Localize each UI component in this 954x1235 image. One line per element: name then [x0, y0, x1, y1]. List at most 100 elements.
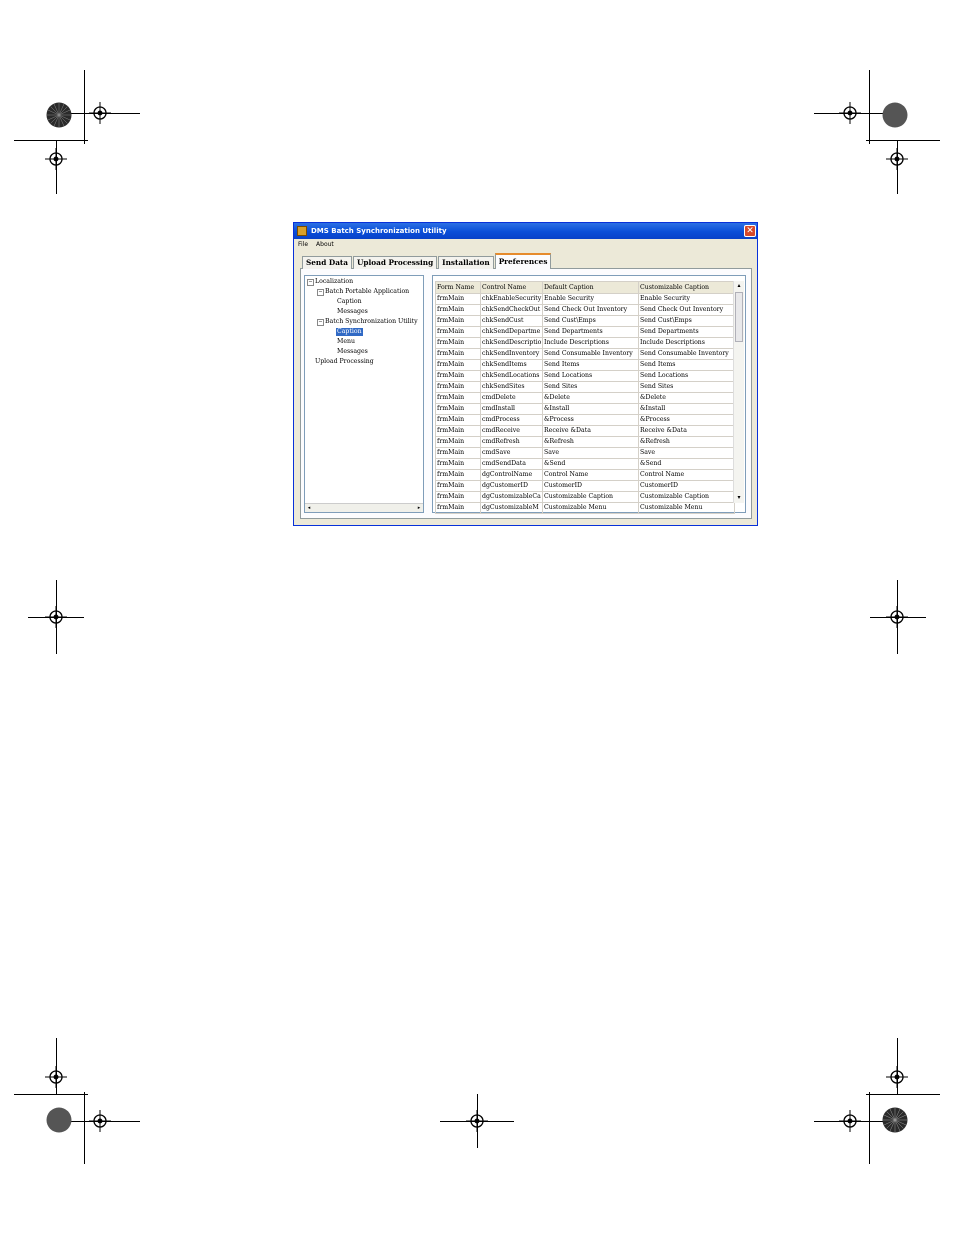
control-name-cell[interactable]: cmdSave: [480, 447, 543, 459]
control-name-cell[interactable]: cmdProcess: [480, 414, 543, 426]
customizable-caption-cell[interactable]: Send Departments: [638, 326, 735, 338]
customizable-caption-cell[interactable]: Enable Security: [638, 293, 735, 305]
form-name-cell[interactable]: frmMain: [435, 425, 481, 437]
default-caption-cell[interactable]: Enable Security: [542, 293, 639, 305]
table-row[interactable]: frmMain dgCustomizableCa Customizable Capt…: [435, 491, 735, 503]
title-bar[interactable]: DMS Batch Synchronization Utility ✕: [294, 223, 757, 239]
tree-horizontal-scrollbar[interactable]: ◂ ▸: [305, 503, 423, 512]
form-name-cell[interactable]: frmMain: [435, 370, 481, 382]
default-caption-cell[interactable]: &Delete: [542, 392, 639, 404]
tree-node-caption-selected[interactable]: Caption: [336, 328, 363, 336]
default-caption-cell[interactable]: Send Locations: [542, 370, 639, 382]
customizable-caption-cell[interactable]: &Refresh: [638, 436, 735, 448]
form-name-cell[interactable]: frmMain: [435, 447, 481, 459]
scroll-down-icon[interactable]: ▾: [734, 493, 744, 503]
form-name-cell[interactable]: frmMain: [435, 293, 481, 305]
tree-node-upload-processing[interactable]: Upload Processing: [315, 358, 374, 366]
table-row[interactable]: frmMain cmdReceive Receive &Data Receive &D…: [435, 425, 735, 437]
customizable-caption-cell[interactable]: CustomerID: [638, 480, 735, 492]
customizable-caption-cell[interactable]: Send Consumable Inventory: [638, 348, 735, 360]
table-row[interactable]: frmMain cmdSendData &Send &Send: [435, 458, 735, 470]
scrollbar-thumb[interactable]: [735, 292, 743, 342]
tree-node-batch-portable-application[interactable]: Batch Portable Application: [325, 288, 409, 296]
customizable-caption-cell[interactable]: Send Sites: [638, 381, 735, 393]
control-name-cell[interactable]: cmdInstall: [480, 403, 543, 415]
default-caption-cell[interactable]: &Refresh: [542, 436, 639, 448]
table-row[interactable]: frmMain chkSendCheckOut Send Check Out Inv…: [435, 304, 735, 316]
table-row[interactable]: frmMain cmdRefresh &Refresh &Refresh: [435, 436, 735, 448]
tab-preferences[interactable]: Preferences: [494, 253, 552, 269]
control-name-cell[interactable]: cmdReceive: [480, 425, 543, 437]
control-name-cell[interactable]: dgControlName: [480, 469, 543, 481]
form-name-cell[interactable]: frmMain: [435, 315, 481, 327]
table-row[interactable]: frmMain chkSendSites Send Sites Send Sites: [435, 381, 735, 393]
form-name-cell[interactable]: frmMain: [435, 392, 481, 404]
table-row[interactable]: frmMain dgCustomerID CustomerID CustomerID: [435, 480, 735, 492]
customizable-caption-cell[interactable]: Include Descriptions: [638, 337, 735, 349]
form-name-cell[interactable]: frmMain: [435, 480, 481, 492]
tree-node-caption[interactable]: Caption: [337, 298, 362, 306]
grid-vertical-scrollbar[interactable]: ▴ ▾: [733, 281, 744, 503]
tab-installation[interactable]: Installation: [438, 256, 494, 269]
form-name-cell[interactable]: frmMain: [435, 469, 481, 481]
form-name-cell[interactable]: frmMain: [435, 491, 481, 503]
customizable-caption-cell[interactable]: &Delete: [638, 392, 735, 404]
default-caption-cell[interactable]: Receive &Data: [542, 425, 639, 437]
settings-tree[interactable]: − Localization − Batch Portable Applicat…: [304, 275, 424, 513]
table-row[interactable]: frmMain chkSendDepartme Send Departments Se…: [435, 326, 735, 338]
control-name-cell[interactable]: chkSendDepartme: [480, 326, 543, 338]
table-row[interactable]: frmMain cmdProcess &Process &Process: [435, 414, 735, 426]
tree-node-localization[interactable]: Localization: [315, 278, 353, 286]
close-button[interactable]: ✕: [744, 225, 756, 237]
default-caption-cell[interactable]: Send Check Out Inventory: [542, 304, 639, 316]
customizable-caption-cell[interactable]: &Send: [638, 458, 735, 470]
scroll-left-icon[interactable]: ◂: [305, 504, 313, 512]
control-name-cell[interactable]: chkEnableSecurity: [480, 293, 543, 305]
default-caption-cell[interactable]: Control Name: [542, 469, 639, 481]
control-name-cell[interactable]: cmdRefresh: [480, 436, 543, 448]
form-name-cell[interactable]: frmMain: [435, 337, 481, 349]
default-caption-cell[interactable]: Send Cust\Emps: [542, 315, 639, 327]
form-name-cell[interactable]: frmMain: [435, 436, 481, 448]
table-row[interactable]: frmMain cmdSave Save Save: [435, 447, 735, 459]
collapse-icon[interactable]: −: [317, 289, 324, 296]
control-name-cell[interactable]: dgCustomerID: [480, 480, 543, 492]
default-caption-cell[interactable]: Customizable Caption: [542, 491, 639, 503]
default-caption-cell[interactable]: Send Consumable Inventory: [542, 348, 639, 360]
default-caption-cell[interactable]: Send Departments: [542, 326, 639, 338]
default-caption-cell[interactable]: &Install: [542, 403, 639, 415]
tree-node-messages[interactable]: Messages: [337, 348, 368, 356]
form-name-cell[interactable]: frmMain: [435, 458, 481, 470]
table-row[interactable]: frmMain dgControlName Control Name Control …: [435, 469, 735, 481]
customizable-caption-cell[interactable]: &Install: [638, 403, 735, 415]
table-row[interactable]: frmMain dgCustomizableM Customizable Menu C…: [435, 502, 735, 514]
table-row[interactable]: frmMain chkSendDescriptio Include Descript…: [435, 337, 735, 349]
control-name-cell[interactable]: chkSendLocations: [480, 370, 543, 382]
default-caption-cell[interactable]: Send Items: [542, 359, 639, 371]
control-name-cell[interactable]: chkSendCust: [480, 315, 543, 327]
form-name-cell[interactable]: frmMain: [435, 359, 481, 371]
customizable-caption-cell[interactable]: Control Name: [638, 469, 735, 481]
menu-about[interactable]: About: [316, 241, 334, 248]
customizable-caption-cell[interactable]: &Process: [638, 414, 735, 426]
form-name-cell[interactable]: frmMain: [435, 326, 481, 338]
control-name-cell[interactable]: dgCustomizableM: [480, 502, 543, 514]
control-name-cell[interactable]: dgCustomizableCa: [480, 491, 543, 503]
customizable-caption-cell[interactable]: Save: [638, 447, 735, 459]
form-name-cell[interactable]: frmMain: [435, 403, 481, 415]
control-name-cell[interactable]: chkSendInventory: [480, 348, 543, 360]
table-row[interactable]: frmMain chkSendItems Send Items Send Items: [435, 359, 735, 371]
collapse-icon[interactable]: −: [307, 279, 314, 286]
default-caption-cell[interactable]: CustomerID: [542, 480, 639, 492]
table-row[interactable]: frmMain cmdInstall &Install &Install: [435, 403, 735, 415]
table-row[interactable]: frmMain chkSendLocations Send Locations Sen…: [435, 370, 735, 382]
control-name-cell[interactable]: chkSendSites: [480, 381, 543, 393]
column-header-control-name[interactable]: Control Name: [480, 281, 543, 294]
table-row[interactable]: frmMain cmdDelete &Delete &Delete: [435, 392, 735, 404]
scroll-right-icon[interactable]: ▸: [415, 504, 423, 512]
form-name-cell[interactable]: frmMain: [435, 502, 481, 514]
default-caption-cell[interactable]: &Send: [542, 458, 639, 470]
customizable-caption-cell[interactable]: Customizable Caption: [638, 491, 735, 503]
collapse-icon[interactable]: −: [317, 319, 324, 326]
customizable-caption-cell[interactable]: Send Items: [638, 359, 735, 371]
